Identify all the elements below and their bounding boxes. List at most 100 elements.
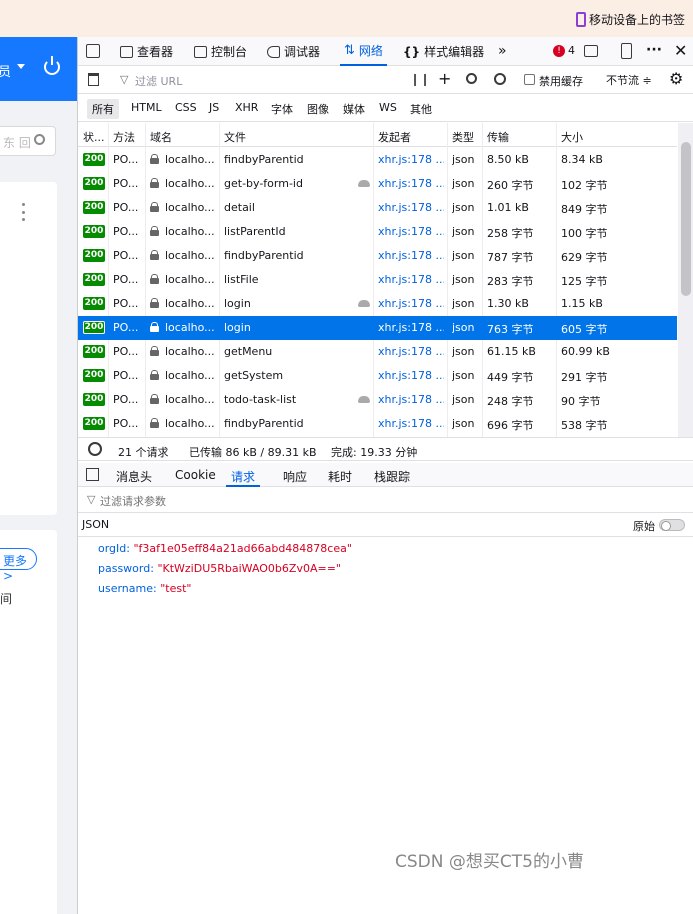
cell-initiator[interactable]: xhr.js:178 ... xyxy=(378,345,444,358)
responsive-design-icon[interactable] xyxy=(621,43,632,59)
tab-console[interactable]: 控制台 xyxy=(194,37,247,66)
table-row[interactable]: 200 PO... localho... listParentId xhr.js:178… xyxy=(78,220,677,244)
cell-domain: localho... xyxy=(165,345,215,358)
column-file[interactable]: 文件 xyxy=(224,129,246,145)
style-editor-icon: {} xyxy=(403,44,421,59)
throttle-select[interactable]: 不节流 ≑ xyxy=(606,72,652,88)
lock-icon xyxy=(150,178,159,188)
status-badge: 200 xyxy=(83,369,105,382)
disable-cache-checkbox[interactable] xyxy=(524,74,535,85)
type-filter-images[interactable]: 图像 xyxy=(307,101,329,117)
column-size[interactable]: 大小 xyxy=(561,129,583,145)
column-domain[interactable]: 域名 xyxy=(150,129,172,145)
tab-headers[interactable]: 消息头 xyxy=(116,468,152,485)
column-transferred[interactable]: 传输 xyxy=(487,129,509,145)
url-filter-input[interactable]: 过滤 URL xyxy=(135,73,182,89)
table-row[interactable]: 200 PO... localho... getSystem xhr.js:178 ..… xyxy=(78,364,677,388)
table-row[interactable]: 200 PO... localho... get-by-form-id xhr.js:1… xyxy=(78,172,677,196)
more-button[interactable]: 更多 > xyxy=(0,548,37,583)
request-count: 21 个请求 xyxy=(118,446,169,459)
table-row[interactable]: 200 PO... localho... detail xhr.js:178 ... js… xyxy=(78,196,677,220)
cell-initiator[interactable]: xhr.js:178 ... xyxy=(378,201,444,214)
gear-icon[interactable]: ⚙ xyxy=(669,69,683,88)
cell-initiator[interactable]: xhr.js:178 ... xyxy=(378,153,444,166)
more-tabs-chevron-icon[interactable]: » xyxy=(498,43,507,59)
user-menu[interactable]: 员 xyxy=(0,61,11,80)
type-filter-all[interactable]: 所有 xyxy=(87,99,119,119)
cell-type: json xyxy=(452,369,475,382)
type-filter-css[interactable]: CSS xyxy=(175,101,197,114)
search-icon[interactable] xyxy=(34,134,45,145)
add-icon[interactable]: + xyxy=(438,69,451,88)
raw-toggle[interactable] xyxy=(659,519,685,531)
type-filter-js[interactable]: JS xyxy=(209,101,219,114)
tab-style-editor[interactable]: {} 样式编辑器 xyxy=(403,37,484,66)
block-icon[interactable] xyxy=(494,73,506,85)
tab-network[interactable]: ⇅ 网络 xyxy=(340,37,387,66)
more-vertical-icon[interactable] xyxy=(22,203,26,221)
power-icon[interactable] xyxy=(44,56,60,75)
lock-icon xyxy=(150,394,159,404)
cell-size: 125 字节 xyxy=(561,275,608,288)
devtools-toolbar: 查看器 控制台 调试器 ⇅ 网络 {} 样式编辑器 » ! 4 ··· ✕ xyxy=(78,37,693,66)
type-filter-other[interactable]: 其他 xyxy=(410,101,432,117)
table-row[interactable]: 200 PO... localho... login xhr.js:178 ... jso… xyxy=(78,316,677,340)
cell-initiator[interactable]: xhr.js:178 ... xyxy=(378,225,444,238)
toggle-sidebar-icon[interactable] xyxy=(86,468,99,481)
close-icon[interactable]: ✕ xyxy=(674,41,687,60)
pause-icon[interactable]: ❙❙ xyxy=(410,72,430,86)
table-row[interactable]: 200 PO... localho... listFile xhr.js:178 ...… xyxy=(78,268,677,292)
mobile-bookmarks-link[interactable]: 移动设备上的书签 xyxy=(575,11,685,28)
scrollbar-thumb[interactable] xyxy=(681,142,691,296)
type-filter-xhr[interactable]: XHR xyxy=(235,101,258,114)
cell-type: json xyxy=(452,273,475,286)
type-filter-media[interactable]: 媒体 xyxy=(343,101,365,117)
column-method[interactable]: 方法 xyxy=(113,129,135,145)
trash-icon[interactable] xyxy=(88,73,99,86)
stopwatch-icon[interactable] xyxy=(88,442,102,456)
column-status[interactable]: 状... xyxy=(83,129,105,145)
column-initiator[interactable]: 发起者 xyxy=(378,129,411,145)
caret-down-icon[interactable] xyxy=(17,64,25,69)
table-row[interactable]: 200 PO... localho... findbyParentid xhr.js:1… xyxy=(78,412,677,436)
lock-icon xyxy=(150,202,159,212)
tab-debugger[interactable]: 调试器 xyxy=(267,37,320,66)
cell-initiator[interactable]: xhr.js:178 ... xyxy=(378,297,444,310)
app-search-input[interactable]: 东 回 xyxy=(0,126,56,156)
table-row[interactable]: 200 PO... localho... getMenu xhr.js:178 ... j… xyxy=(78,340,677,364)
table-row[interactable]: 200 PO... localho... findbyParentid xhr.js:1… xyxy=(78,244,677,268)
cell-initiator[interactable]: xhr.js:178 ... xyxy=(378,321,444,334)
tab-inspector[interactable]: 查看器 xyxy=(120,37,173,66)
table-row[interactable]: 200 PO... localho... findbyParentid xhr.js:1… xyxy=(78,148,677,172)
app-text: 间 xyxy=(0,592,13,606)
cell-file: detail xyxy=(224,201,255,214)
tab-request[interactable]: 请求 xyxy=(226,468,261,487)
tab-cookies[interactable]: Cookie xyxy=(175,468,216,482)
element-picker-icon[interactable] xyxy=(86,44,100,58)
tab-response[interactable]: 响应 xyxy=(283,468,307,485)
type-filter-html[interactable]: HTML xyxy=(131,101,162,114)
devtools-panel: 查看器 控制台 调试器 ⇅ 网络 {} 样式编辑器 » ! 4 ··· ✕ ▽ 过滤… xyxy=(77,37,693,914)
error-icon[interactable]: ! xyxy=(553,45,565,57)
tab-stack-trace[interactable]: 栈跟踪 xyxy=(374,468,410,485)
cell-initiator[interactable]: xhr.js:178 ... xyxy=(378,417,444,430)
type-filter-fonts[interactable]: 字体 xyxy=(271,101,293,117)
split-console-icon[interactable] xyxy=(584,45,598,57)
search-icon[interactable] xyxy=(466,73,477,84)
cell-initiator[interactable]: xhr.js:178 ... xyxy=(378,273,444,286)
param-filter-input[interactable]: 过滤请求参数 xyxy=(100,493,166,509)
lock-icon xyxy=(150,370,159,380)
cell-initiator[interactable]: xhr.js:178 ... xyxy=(378,249,444,262)
cell-initiator[interactable]: xhr.js:178 ... xyxy=(378,393,444,406)
tab-timings[interactable]: 耗时 xyxy=(328,468,352,485)
cell-initiator[interactable]: xhr.js:178 ... xyxy=(378,177,444,190)
more-options-icon[interactable]: ··· xyxy=(646,42,662,58)
cell-initiator[interactable]: xhr.js:178 ... xyxy=(378,369,444,382)
column-type[interactable]: 类型 xyxy=(452,129,474,145)
type-filter-ws[interactable]: WS xyxy=(379,101,397,114)
cell-transferred: 283 字节 xyxy=(487,275,534,288)
cell-method: PO... xyxy=(113,153,139,166)
table-row[interactable]: 200 PO... localho... todo-task-list xhr.js:1… xyxy=(78,388,677,412)
tab-label: 样式编辑器 xyxy=(424,45,485,59)
table-row[interactable]: 200 PO... localho... login xhr.js:178 ... jso… xyxy=(78,292,677,316)
